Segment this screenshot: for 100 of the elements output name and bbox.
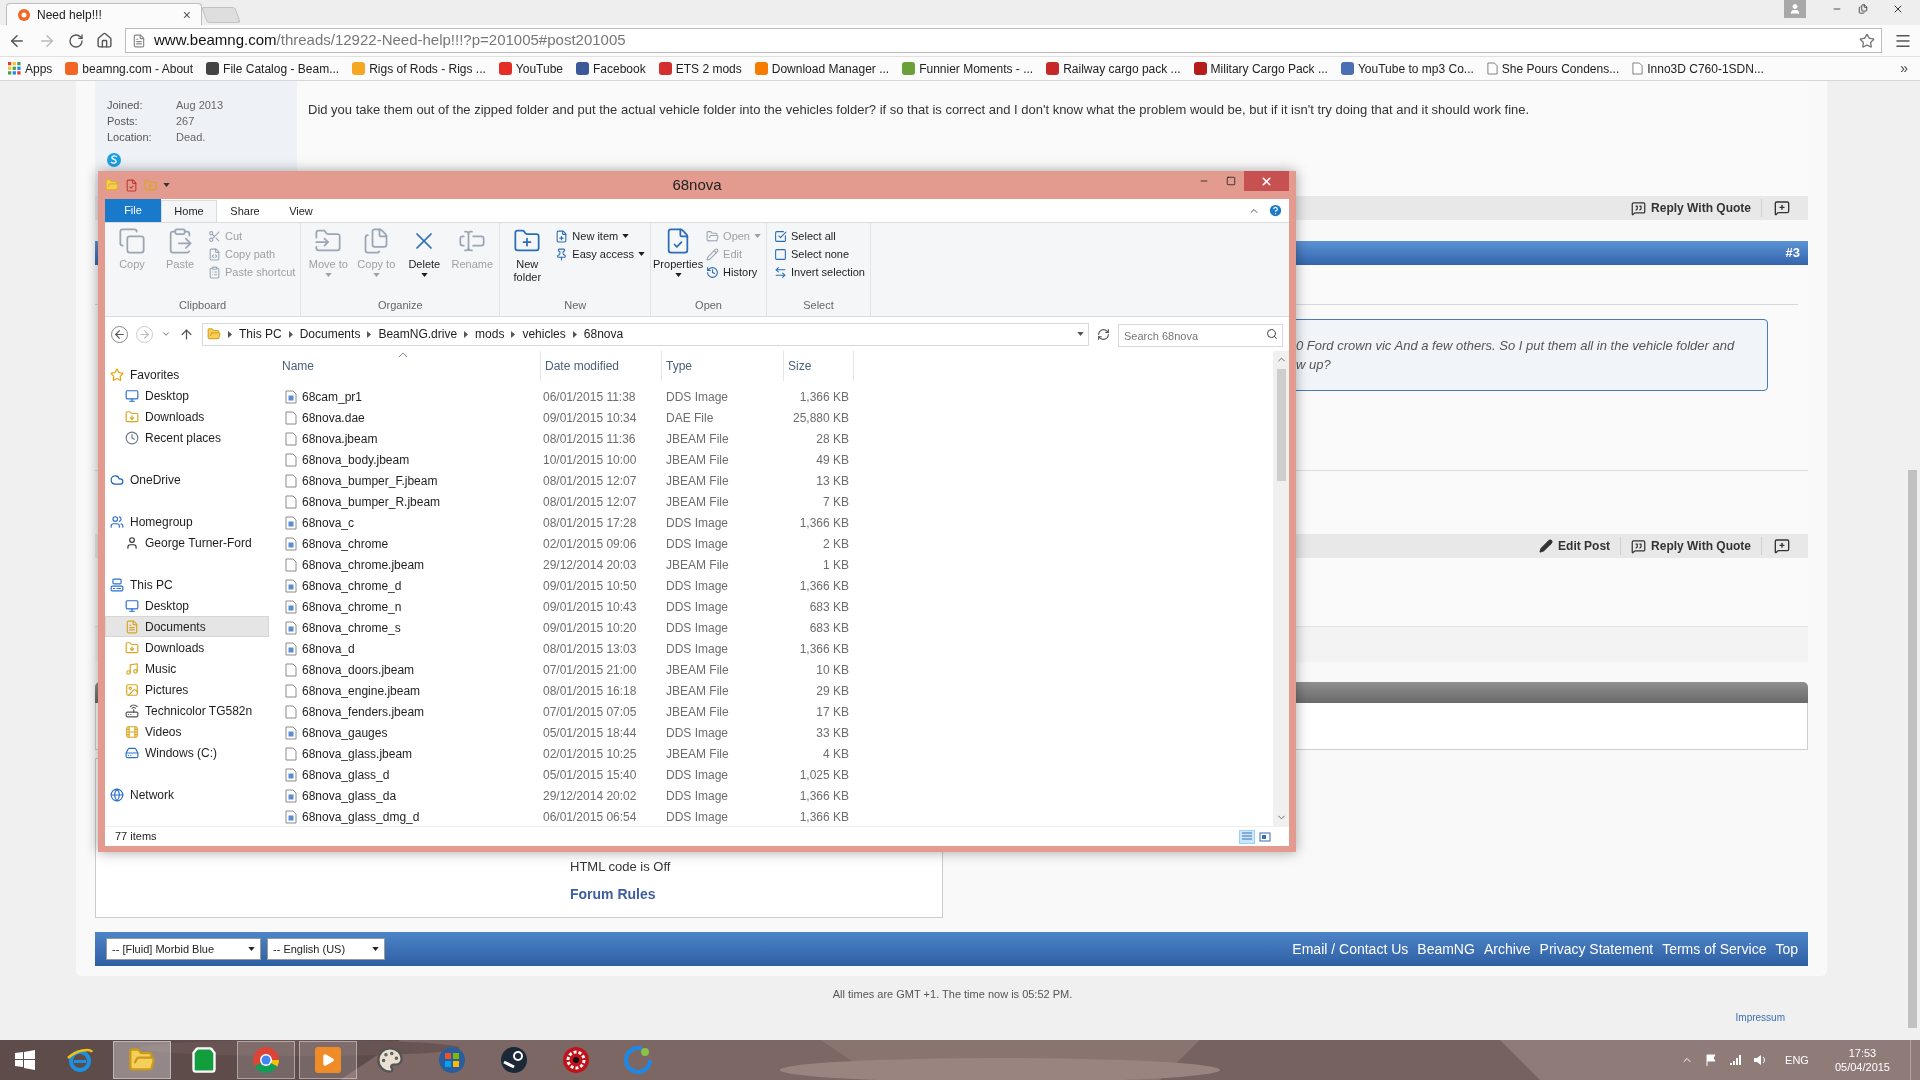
home-icon[interactable]	[96, 32, 113, 49]
speaker-icon[interactable]	[1753, 1054, 1768, 1066]
bookmark-item[interactable]: Apps	[8, 59, 53, 78]
impressum-link[interactable]: Impressum	[1735, 1009, 1785, 1025]
file-name[interactable]: 68nova_c	[302, 513, 355, 532]
signal-icon[interactable]	[1729, 1054, 1742, 1066]
bookmark-item[interactable]: Military Cargo Pack ...	[1193, 59, 1328, 78]
page-scrollbar-thumb[interactable]	[1908, 470, 1917, 1028]
more-bookmarks-button[interactable]: »	[1900, 58, 1908, 79]
clock[interactable]: 17:53 05/04/2015	[1826, 1046, 1898, 1074]
file-name[interactable]: 68nova_chrome	[302, 534, 389, 553]
refresh-icon[interactable]	[1097, 327, 1110, 341]
ribbon-button[interactable]: New item	[555, 227, 646, 245]
recent-locations-icon[interactable]	[161, 329, 171, 339]
bookmark-item[interactable]: She Pours Condens...	[1486, 59, 1620, 78]
breadcrumb-item[interactable]: This PC	[239, 325, 282, 343]
close-button[interactable]	[1244, 171, 1289, 191]
file-name[interactable]: 68nova_body.jbeam	[302, 450, 410, 469]
nav-item[interactable]: Recent places	[105, 427, 269, 448]
file-name[interactable]: 68nova_gauges	[302, 723, 388, 742]
file-name[interactable]: 68nova_chrome_n	[302, 597, 402, 616]
ribbon-button[interactable]: Select all	[774, 227, 865, 245]
footer-link[interactable]: Terms of Service	[1662, 938, 1767, 960]
ribbon-tab[interactable]: Home	[161, 200, 217, 222]
post-action-button[interactable]: Reply With Quote	[1621, 537, 1762, 555]
file-name[interactable]: 68nova_engine.jbeam	[302, 681, 421, 700]
tab-close-button[interactable]: ×	[182, 7, 191, 22]
file-name[interactable]: 68nova_chrome_d	[302, 576, 402, 595]
nav-item[interactable]: Windows (C:)	[105, 742, 269, 763]
post-action-button[interactable]: Edit Post	[1529, 537, 1622, 555]
nav-item[interactable]: Downloads	[105, 406, 269, 427]
nav-item[interactable]: Videos	[105, 721, 269, 742]
file-name[interactable]: 68nova_fenders.jbeam	[302, 702, 425, 721]
ribbon-tab[interactable]: Share	[217, 200, 273, 222]
ribbon-button[interactable]: Delete	[402, 223, 447, 297]
file-name[interactable]: 68nova_glass_da	[302, 786, 397, 805]
search-field[interactable]: Search 68nova	[1118, 324, 1283, 347]
file-check-icon[interactable]	[125, 178, 138, 192]
nav-item[interactable]: OneDrive	[105, 469, 269, 490]
file-name[interactable]: 68nova_d	[302, 639, 355, 658]
ribbon-button[interactable]: Select none	[774, 245, 865, 263]
up-icon[interactable]	[179, 326, 194, 342]
multi-quote-icon[interactable]	[1774, 200, 1790, 216]
select-field[interactable]: -- [Fluid] Morbid Blue	[106, 938, 261, 960]
file-name[interactable]: 68nova_bumper_R.jbeam	[302, 492, 441, 511]
bookmark-item[interactable]: Download Manager ...	[754, 59, 890, 78]
file-name[interactable]: 68cam_pr1	[302, 387, 363, 406]
nav-item[interactable]: Homegroup	[105, 511, 269, 532]
bookmark-item[interactable]: File Catalog - Beam...	[206, 59, 340, 78]
column-header[interactable]: Type	[662, 351, 784, 381]
bookmark-item[interactable]: Railway cargo pack ...	[1046, 59, 1181, 78]
file-name[interactable]: 68nova_glass_dmg_d	[302, 807, 420, 826]
nav-item[interactable]: Favorites	[105, 364, 269, 385]
file-name[interactable]: 68nova_bumper_F.jbeam	[302, 471, 438, 490]
select-field[interactable]: -- English (US)	[267, 938, 385, 960]
ribbon-button[interactable]: History	[706, 263, 761, 281]
nav-item[interactable]: Downloads	[105, 637, 269, 658]
language-indicator[interactable]: ENG	[1779, 1051, 1815, 1069]
view-button[interactable]	[1257, 829, 1273, 844]
ribbon-button[interactable]: New folder	[505, 223, 550, 297]
bookmark-item[interactable]: YouTube	[498, 59, 563, 78]
forum-rules-link[interactable]: Forum Rules	[570, 884, 942, 905]
ribbon-button[interactable]: Invert selection	[774, 263, 865, 281]
footer-link[interactable]: Top	[1775, 938, 1798, 960]
nav-item[interactable]: This PC	[105, 574, 269, 595]
file-name[interactable]: 68nova.jbeam	[302, 429, 378, 448]
nav-item[interactable]: Network	[105, 784, 269, 805]
file-name[interactable]: 68nova_doors.jbeam	[302, 660, 415, 679]
file-name[interactable]: 68nova_glass_d	[302, 765, 390, 784]
ribbon-button[interactable]: Properties	[656, 223, 701, 297]
nav-item[interactable]: Documents	[105, 616, 269, 637]
ribbon-tab[interactable]: View	[273, 200, 329, 222]
flag-icon[interactable]	[1705, 1054, 1718, 1066]
bookmark-item[interactable]: ETS 2 mods	[658, 59, 742, 78]
footer-link[interactable]: Email / Contact Us	[1292, 938, 1409, 960]
bookmark-item[interactable]: Funnier Moments - ...	[902, 59, 1034, 78]
address-bar[interactable]: www.beamng.com/threads/12922-Need-help!!!?p=201005#post201005	[125, 28, 1882, 53]
nav-item[interactable]: Desktop	[105, 595, 269, 616]
footer-link[interactable]: BeamNG	[1417, 938, 1475, 960]
chat-bubble-icon[interactable]	[107, 153, 121, 167]
nav-item[interactable]: Technicolor TG582n	[105, 700, 269, 721]
bookmark-item[interactable]: Facebook	[576, 59, 646, 78]
footer-link[interactable]: Archive	[1483, 938, 1531, 960]
profile-button[interactable]	[1784, 0, 1806, 18]
ribbon-button[interactable]: Easy access	[555, 245, 646, 263]
breadcrumb-item[interactable]: vehicles	[522, 325, 566, 343]
file-name[interactable]: 68nova_chrome_s	[302, 618, 401, 637]
bookmark-star-icon[interactable]	[1859, 32, 1875, 49]
help-icon[interactable]	[1268, 203, 1283, 218]
breadcrumb-item[interactable]: 68nova	[583, 325, 624, 343]
file-name[interactable]: 68nova.dae	[302, 408, 365, 427]
nav-item[interactable]: George Turner-Ford	[105, 532, 269, 553]
file-name[interactable]: 68nova_glass.jbeam	[302, 744, 413, 763]
nav-item[interactable]: Music	[105, 658, 269, 679]
multi-quote-icon[interactable]	[1774, 538, 1790, 554]
file-name[interactable]: 68nova_chrome.jbeam	[302, 555, 425, 574]
bookmark-item[interactable]: YouTube to mp3 Co...	[1340, 59, 1474, 78]
breadcrumb-item[interactable]: mods	[475, 325, 505, 343]
nav-item[interactable]: Desktop	[105, 385, 269, 406]
bookmark-item[interactable]: Inno3D C760-1SDN...	[1632, 59, 1764, 78]
